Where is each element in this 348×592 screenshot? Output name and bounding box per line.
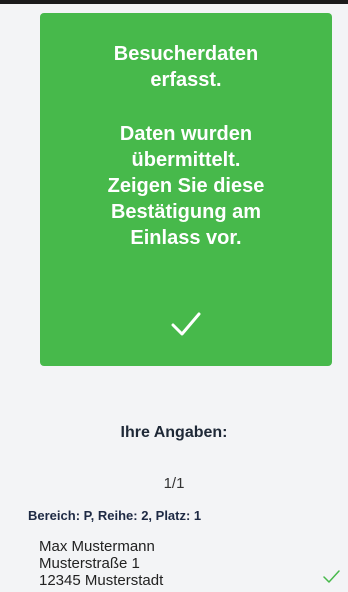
confirmation-message: Daten wurden übermittelt. Zeigen Sie die… — [40, 121, 332, 251]
confirmation-line: Zeigen Sie diese — [107, 175, 265, 197]
confirmation-line: erfasst. — [150, 69, 222, 91]
top-bar — [0, 0, 348, 4]
check-icon — [171, 312, 201, 336]
pager: 1/1 — [163, 475, 185, 492]
visitor-city: 12345 Musterstadt — [39, 572, 164, 589]
confirmation-line: Bestätigung am — [110, 201, 262, 223]
check-icon — [323, 570, 340, 583]
confirmation-line: Daten wurden — [119, 123, 253, 145]
confirmation-line: Einlass vor. — [130, 227, 242, 249]
visitor-name: Max Mustermann — [39, 538, 155, 555]
visitor-street: Musterstraße 1 — [39, 555, 140, 572]
confirmation-line: übermittelt. — [131, 149, 241, 171]
seat-info: Bereich: P, Reihe: 2, Platz: 1 — [28, 508, 202, 523]
confirmation-line: Besucherdaten — [113, 43, 259, 65]
details-heading: Ihre Angaben: — [120, 424, 228, 441]
visitor-address: Max Mustermann Musterstraße 1 12345 Must… — [39, 538, 163, 589]
confirmation-card: Besucherdaten erfasst. Daten wurden über… — [40, 13, 332, 366]
confirmation-title: Besucherdaten erfasst. — [40, 41, 332, 93]
